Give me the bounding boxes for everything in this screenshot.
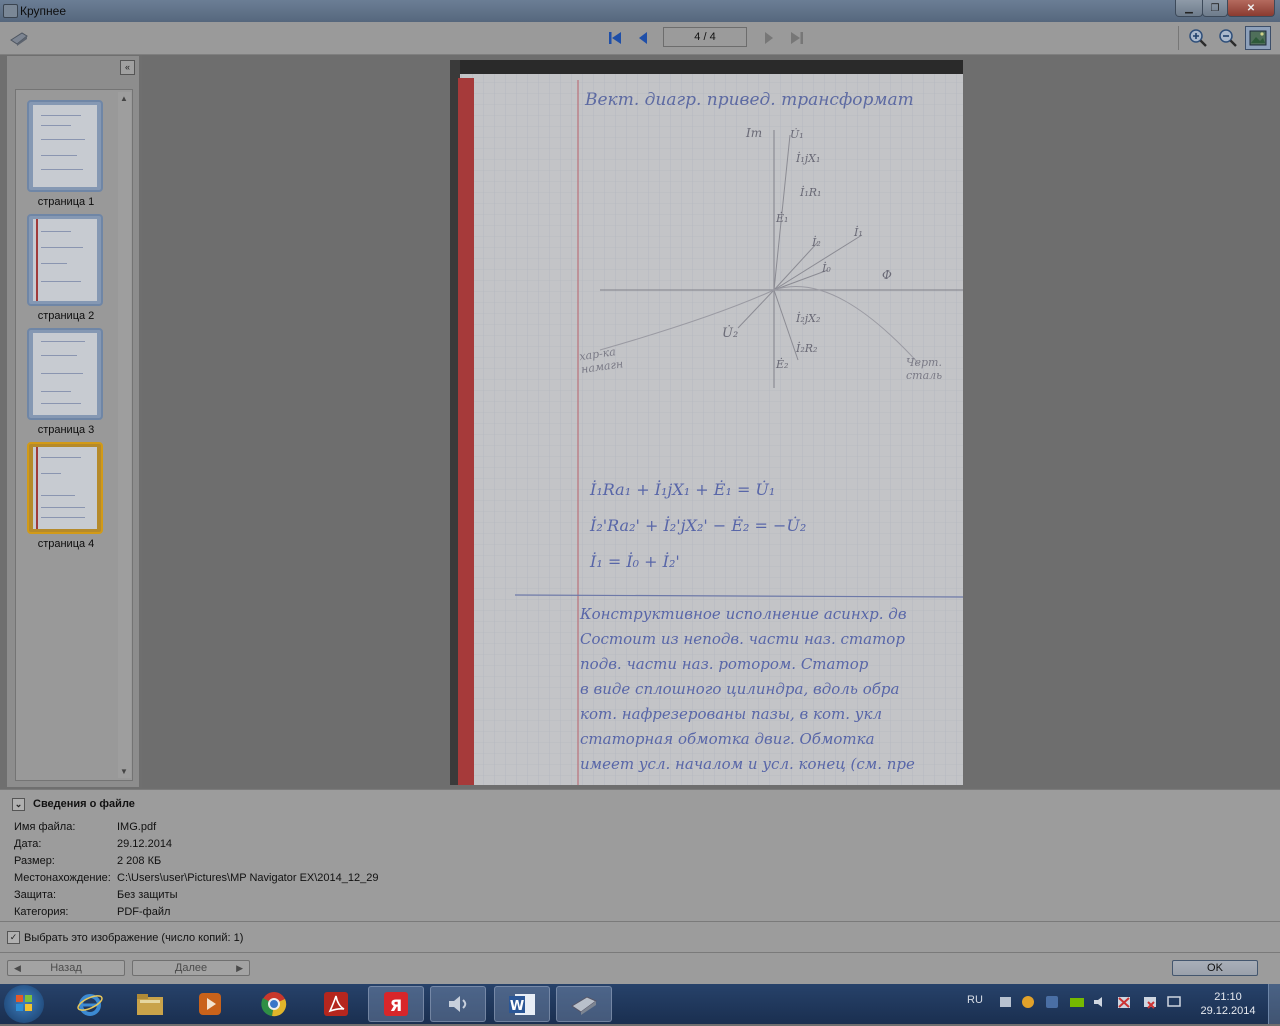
word-icon[interactable]: W [494,986,550,1022]
file-info-header[interactable]: ⌄ Сведения о файле [12,796,135,812]
select-image-label: Выбрать это изображение (число копий: 1) [24,931,244,944]
thumbnail-label: страница 3 [37,424,95,436]
handwritten-equation: İ₂'Ra₂' + İ₂'jX₂' − Ė₂ = −U̇₂ [590,516,807,535]
axis-label-im: Im [746,126,763,140]
chrome-icon[interactable] [246,986,302,1022]
handwritten-paragraph: Конструктивное исполнение асинхр. дв Сос… [580,605,915,773]
thumbnail-label: страница 4 [37,538,95,550]
thumbnail-label: страница 2 [37,310,95,322]
zoom-in-icon[interactable] [1185,26,1211,50]
svg-text:W: W [510,999,524,1014]
prev-page-button[interactable] [634,29,652,47]
first-page-button[interactable] [606,29,624,47]
app-icon [3,4,18,18]
file-info-title: Сведения о файле [33,798,135,810]
acrobat-icon[interactable] [308,986,364,1022]
show-desktop-button[interactable] [1268,984,1280,1024]
thumbnail-panel: « страница 1 страница 2 страница 3 стран… [6,55,140,788]
language-indicator[interactable]: RU [967,994,983,1006]
handwritten-side-note: Черт. сталь [906,356,943,382]
close-button[interactable]: ✕ [1227,0,1275,17]
select-image-checkbox[interactable]: ✓ [7,931,20,944]
next-button[interactable]: Далее ▶ [132,960,250,976]
maximize-button[interactable]: ❐ [1202,0,1228,17]
internet-explorer-icon[interactable] [62,986,118,1022]
title-bar: Крупнее ▁ ❐ ✕ [0,0,1280,22]
vector-label: İ₂jX₂ [796,312,821,325]
next-page-button[interactable] [760,29,778,47]
volume-app-icon[interactable] [430,986,486,1022]
window-title: Крупнее [20,4,67,18]
taskbar: Я W RU 21:10 29.12.2014 [0,984,1280,1024]
bottom-navigation: ◀ Назад Далее ▶ OK [0,952,1280,985]
toolbar: 4 / 4 [0,22,1280,55]
axis-label-phi: Φ [882,268,892,282]
vector-label: U̇₂ [722,326,739,341]
minimize-button[interactable]: ▁ [1175,0,1203,17]
thumbnail-page-4[interactable] [27,442,103,534]
collapse-panel-button[interactable]: « [120,60,135,75]
system-clock[interactable]: 21:10 29.12.2014 [1198,990,1258,1018]
vector-label: İ₂R₂ [796,342,818,355]
ok-button[interactable]: OK [1172,960,1258,976]
thumbnail-page-2[interactable] [27,214,103,306]
scanner-app-icon[interactable] [556,986,612,1022]
file-info-panel: ⌄ Сведения о файле Имя файла: IMG.pdf Дат… [0,789,1280,921]
thumbnail-page-1[interactable] [27,100,103,192]
page-number-field[interactable]: 4 / 4 [663,27,747,47]
thumbnail-scrollbar[interactable]: ▲ ▼ [118,92,131,778]
vector-label: İ₁jX₁ [796,152,821,165]
handwritten-equation: İ₁ = İ₀ + İ₂' [590,552,680,571]
zoom-out-icon[interactable] [1215,26,1241,50]
vector-label: İ₀ [822,262,831,275]
vector-label: İ₁ [854,226,863,239]
fit-image-icon[interactable] [1245,26,1271,50]
vector-label: İ₂ [812,236,821,249]
svg-text:Я: Я [390,996,402,1015]
thumbnail-list: страница 1 страница 2 страница 3 страниц… [15,89,133,781]
back-button[interactable]: ◀ Назад [7,960,125,976]
thumbnail-page-3[interactable] [27,328,103,420]
yandex-icon[interactable]: Я [368,986,424,1022]
start-button[interactable] [4,985,44,1023]
file-explorer-icon[interactable] [122,986,178,1022]
expand-toggle-icon[interactable]: ⌄ [12,797,25,811]
select-image-row: ✓ Выбрать это изображение (число копий: … [0,921,1280,952]
media-player-icon[interactable] [182,986,238,1022]
handwritten-heading: Вект. диагр. привед. трансформат [585,90,914,110]
document-page: Вект. диагр. привед. трансформат Im Φ U̇… [450,60,963,785]
vector-label: Ė₁ [776,212,789,225]
handwritten-equation: İ₁Ra₁ + İ₁jX₁ + Ė₁ = U̇₁ [590,480,776,499]
thumbnail-label: страница 1 [37,196,95,208]
vector-label: İ₁R₁ [800,186,822,199]
vector-label: U̇₁ [790,128,804,141]
vector-label: Ė₂ [776,358,789,371]
last-page-button[interactable] [788,29,806,47]
scanner-icon[interactable] [6,26,32,50]
document-viewport[interactable]: Вект. диагр. привед. трансформат Im Φ U̇… [142,55,1280,788]
tray-icons[interactable] [998,994,1188,1013]
